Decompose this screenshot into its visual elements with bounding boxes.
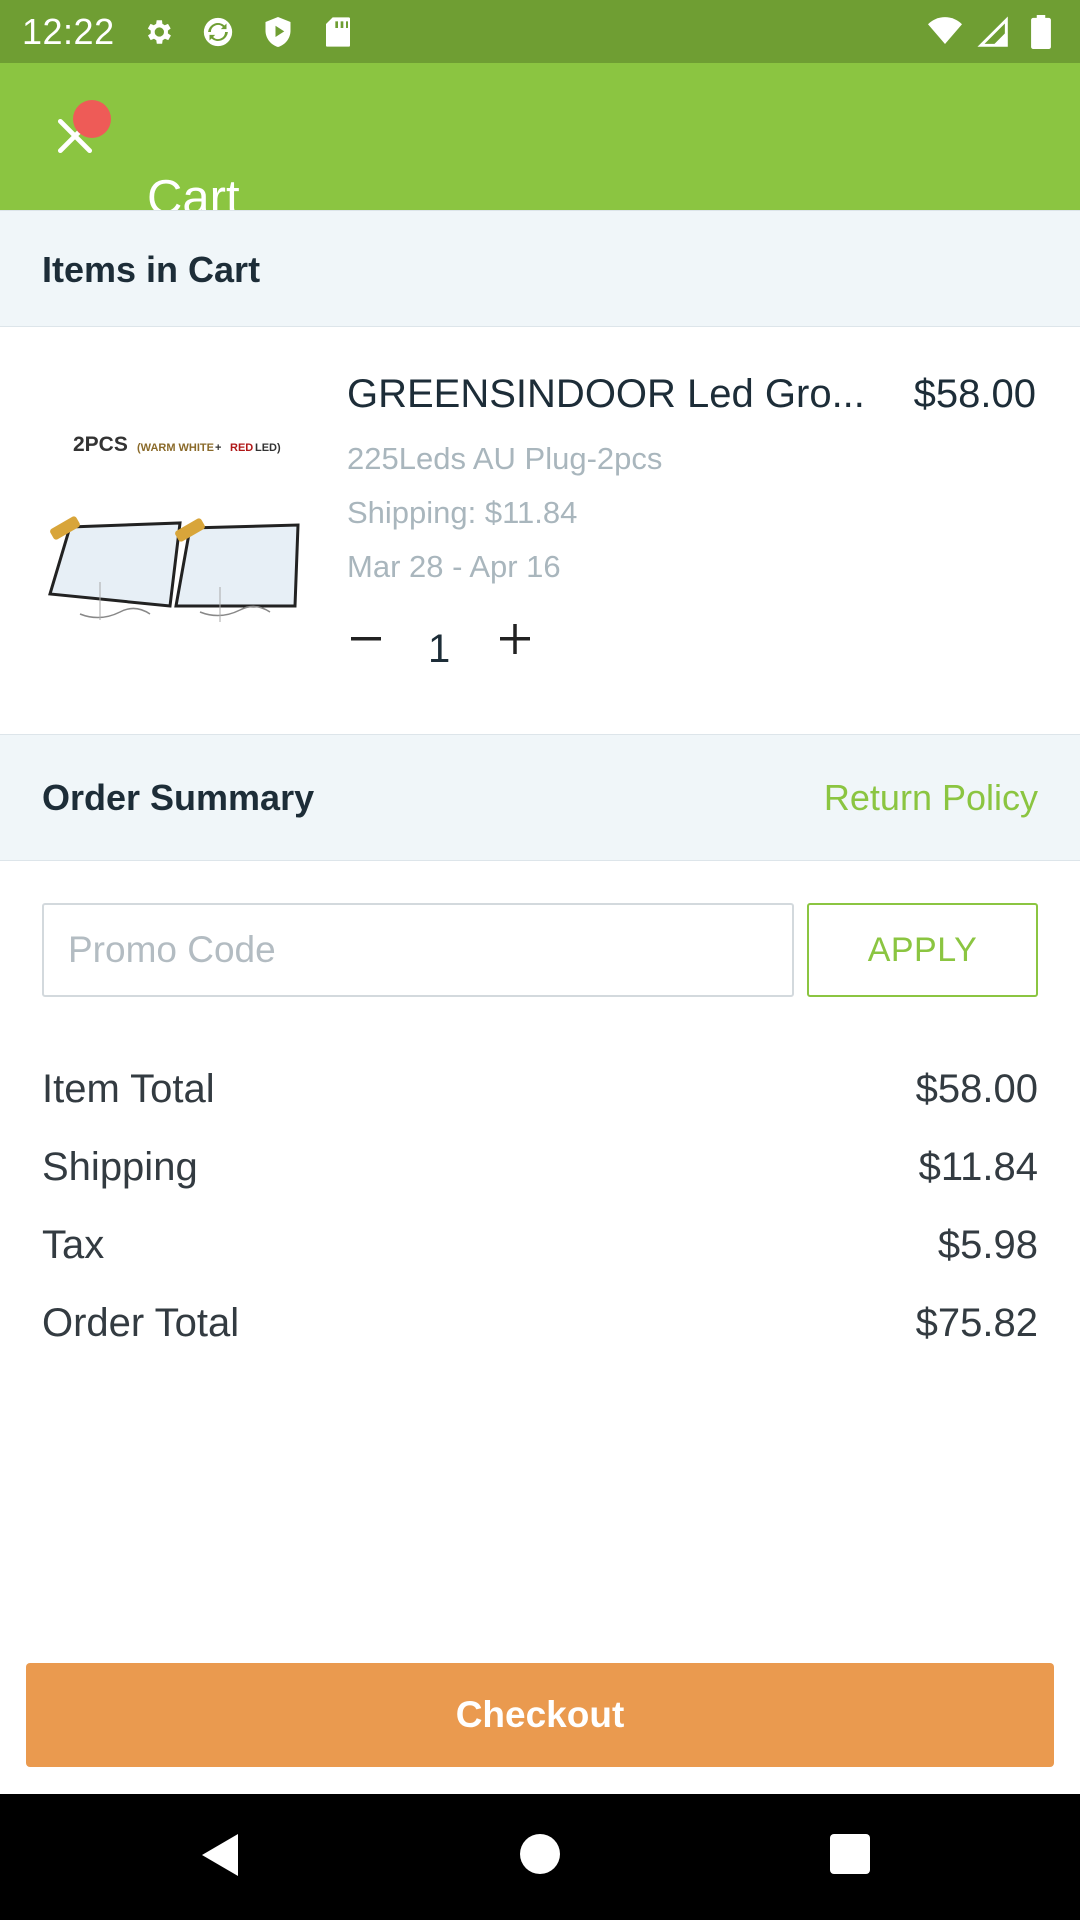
product-price: $58.00 xyxy=(913,372,1036,416)
status-time: 12:22 xyxy=(22,10,115,52)
product-variant: 225Leds AU Plug-2pcs xyxy=(347,441,663,476)
signal-icon xyxy=(976,15,1010,49)
apply-promo-button[interactable]: APPLY xyxy=(807,903,1038,997)
checkout-button[interactable]: Checkout xyxy=(26,1663,1054,1767)
shield-icon xyxy=(261,15,295,49)
plus-icon xyxy=(500,624,530,654)
order-summary-title: Order Summary xyxy=(42,777,315,818)
settings-icon xyxy=(141,15,175,49)
home-nav-button[interactable] xyxy=(520,1834,560,1874)
quantity-value: 1 xyxy=(428,627,451,671)
tax-value: $5.98 xyxy=(937,1223,1038,1267)
image-caption-led: LED) xyxy=(255,442,281,454)
product-shipping: Shipping: $11.84 xyxy=(347,495,578,530)
recents-nav-button[interactable] xyxy=(830,1834,870,1874)
return-policy-link[interactable]: Return Policy xyxy=(824,777,1038,819)
image-caption-warm: (WARM WHITE xyxy=(137,442,214,454)
system-nav-bar xyxy=(0,1794,1080,1920)
order-summary-header: Order Summary Return Policy xyxy=(0,734,1080,861)
status-icons-right xyxy=(928,14,1058,49)
shipping-value: $11.84 xyxy=(918,1145,1038,1189)
item-total-value: $58.00 xyxy=(915,1067,1038,1111)
back-triangle-icon xyxy=(202,1834,238,1876)
sync-icon xyxy=(201,15,235,49)
quantity-decrease-button[interactable] xyxy=(347,617,387,661)
wifi-icon xyxy=(928,15,962,49)
image-caption-plus: + xyxy=(215,442,221,454)
tax-label: Tax xyxy=(42,1223,105,1267)
minus-icon xyxy=(351,637,381,641)
image-caption-red: RED xyxy=(230,442,253,454)
product-delivery-date: Mar 28 - Apr 16 xyxy=(347,549,561,584)
cart-item[interactable]: 2PCS (WARM WHITE + RED LED) GREENSINDOOR… xyxy=(0,327,1080,734)
shipping-row: Shipping $11.84 xyxy=(42,1145,1038,1190)
order-total-label: Order Total xyxy=(42,1301,240,1345)
item-total-row: Item Total $58.00 xyxy=(42,1067,1038,1112)
order-total-row: Order Total $75.82 xyxy=(42,1301,1038,1346)
items-in-cart-title: Items in Cart xyxy=(42,249,261,290)
product-image[interactable]: 2PCS (WARM WHITE + RED LED) xyxy=(40,382,302,637)
promo-code-input[interactable] xyxy=(42,903,794,997)
status-bar: 12:22 xyxy=(0,0,1080,63)
shipping-label: Shipping xyxy=(42,1145,198,1189)
back-nav-button[interactable] xyxy=(200,1832,240,1883)
quantity-increase-button[interactable] xyxy=(496,617,536,661)
tax-row: Tax $5.98 xyxy=(42,1223,1038,1268)
item-total-label: Item Total xyxy=(42,1067,215,1111)
battery-icon xyxy=(1024,14,1058,49)
order-total-value: $75.82 xyxy=(915,1301,1038,1345)
product-name[interactable]: GREENSINDOOR Led Gro... xyxy=(347,372,867,417)
app-bar: Cart xyxy=(0,63,1080,225)
sd-card-icon xyxy=(321,15,355,49)
status-icons-left xyxy=(141,15,355,49)
items-in-cart-header: Items in Cart xyxy=(0,210,1080,327)
image-caption-main: 2PCS xyxy=(73,433,128,456)
notification-badge xyxy=(73,100,111,138)
